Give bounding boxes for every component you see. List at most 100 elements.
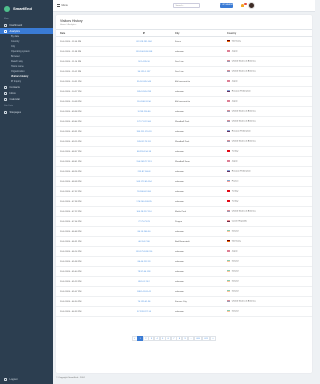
ip-link[interactable]: 195.211.170.19 (136, 131, 151, 133)
country-name: Czech Republic (231, 220, 248, 223)
cell-city: Des Line (172, 66, 227, 77)
ip-link[interactable]: 52.14.95.10 (138, 61, 150, 63)
ip-link[interactable]: 133.106.185.208 (136, 51, 152, 53)
column-header-ip[interactable]: IP (116, 29, 172, 37)
table-row[interactable]: 20-6-2024 - 07:04 PM 77.75.73.23 Prague Cze… (56, 216, 312, 227)
avatar[interactable] (248, 2, 255, 9)
table-row[interactable]: 20-6-2024 - 09:15 PM 185.92.73.111 Woodbel… (56, 136, 312, 147)
table-row[interactable]: 20-6-2024 - 05:58 PM 86.44.212.19 unknown I… (56, 256, 312, 267)
cell-ip: 188.141.81.41 (116, 286, 172, 297)
ip-link[interactable]: 185.9.165.233 (137, 91, 151, 93)
ip-link[interactable]: 79.97.60.128 (138, 271, 151, 273)
table-row[interactable]: 20-6-2024 - 07:52 PM 78.186.62.200 unknown… (56, 186, 312, 197)
cell-ip: 37.228.227.14 (116, 306, 172, 317)
ip-link[interactable]: 37.228.227.14 (137, 311, 151, 313)
table-row[interactable]: 20-6-2024 - 06:31 PM 46.114.7.80 Bad Brams… (56, 236, 312, 247)
flag-icon (227, 40, 231, 43)
ip-link[interactable]: 163.172.65.154 (136, 181, 151, 183)
column-header-date[interactable]: Date (56, 29, 116, 37)
menu-label: Menu (61, 4, 69, 7)
notification-badge: 5 (243, 2, 247, 5)
country-name: Ireland (231, 290, 239, 293)
country-name: United States of America (231, 60, 256, 63)
table-row[interactable]: 20-6-2024 - 08:57 PM 88.255.150.18 unknown… (56, 146, 312, 157)
cell-city: unknown (172, 86, 227, 97)
table-row[interactable]: 20-6-2024 - 09:44 PM 172.71.22.100 Woodbel… (56, 116, 312, 127)
cell-city: unknown (172, 196, 227, 207)
table-row[interactable]: 20-6-2024 - 05:07 PM 188.141.81.41 unknown… (56, 286, 312, 297)
flag-icon (227, 280, 231, 283)
country-name: Ireland (231, 270, 239, 273)
table-row[interactable]: 20-6-2024 - 07:22 PM 104.28.217.114 Merlin… (56, 206, 312, 217)
cell-country: Russian Federation (227, 166, 312, 177)
cell-date: 20-6-2024 - 10:27 PM (56, 86, 116, 97)
sidebar-item-sitepages[interactable]: Sitepages (0, 109, 53, 115)
page-link[interactable]: » (210, 336, 217, 341)
ip-link[interactable]: 77.75.73.23 (138, 221, 150, 223)
ip-link[interactable]: 88.255.150.18 (137, 151, 151, 153)
table-row[interactable]: 20-6-2024 - 06:14 PM 133.175.189.210 unkno… (56, 246, 312, 257)
ip-link[interactable]: 110.186.31.50 (137, 101, 151, 103)
country-name: Ireland (231, 260, 239, 263)
table-row[interactable]: 20-6-2024 - 07:38 PM 176.240.109.35 unknow… (56, 196, 312, 207)
cell-city: unknown (172, 276, 227, 287)
table-row[interactable]: 20-6-2024 - 11:02 PM 34.125.1.137 Des Line… (56, 66, 312, 77)
table-row[interactable]: 20-6-2024 - 11:56 PM 82.129.231.184 Frisco… (56, 36, 312, 47)
table-row[interactable]: 20-6-2024 - 05:23 PM 89.101.74.2 unknown Ir… (56, 276, 312, 287)
cell-ip: 89.101.74.2 (116, 276, 172, 287)
flag-icon (227, 250, 231, 253)
ip-link[interactable]: 74.125.41.96 (138, 301, 151, 303)
logout-button[interactable]: Logout (4, 378, 17, 381)
upgrade-button[interactable]: + UPGRADE (220, 3, 233, 8)
search-input[interactable]: Search... (173, 3, 200, 8)
ip-link[interactable]: 213.87.146.8 (138, 171, 151, 173)
ip-link[interactable]: 34.125.1.137 (138, 71, 151, 73)
cell-date: 20-6-2024 - 06:14 PM (56, 246, 116, 257)
table-row[interactable]: 20-6-2024 - 04:50 PM 74.125.41.96 Kansas C… (56, 296, 312, 307)
ip-link[interactable]: 84.15.206.50 (138, 231, 151, 233)
flag-icon (227, 140, 231, 143)
flag-icon (227, 240, 231, 243)
ip-link[interactable]: 172.71.22.100 (137, 121, 151, 123)
ip-link[interactable]: 78.186.62.200 (137, 191, 151, 193)
sidebar-item-calendar[interactable]: Calendar (0, 96, 53, 102)
ip-link[interactable]: 133.175.189.210 (136, 251, 152, 253)
table-row[interactable]: 20-6-2024 - 11:38 PM 133.106.185.208 unkno… (56, 46, 312, 57)
table-row[interactable]: 20-6-2024 - 08:41 PM 150.249.77.213 Woodbe… (56, 156, 312, 167)
table-row[interactable]: 20-6-2024 - 08:26 PM 213.87.146.8 unknown R… (56, 166, 312, 177)
ip-link[interactable]: 46.114.7.80 (138, 241, 149, 243)
table-row[interactable]: 20-6-2024 - 05:40 PM 79.97.60.128 unknown I… (56, 266, 312, 277)
table-row[interactable]: 20-6-2024 - 10:09 PM 110.186.31.50 Elk Inn… (56, 96, 312, 107)
cell-country: United States of America (227, 116, 312, 127)
cell-city: unknown (172, 226, 227, 237)
ip-link[interactable]: 82.129.231.184 (136, 41, 151, 43)
table-row[interactable]: 20-6-2024 - 10:51 PM 95.161.85.144 Elk Inn… (56, 76, 312, 87)
sidebar-item-label: Analytics (9, 29, 20, 33)
cell-city: unknown (172, 246, 227, 257)
column-header-city[interactable]: City (172, 29, 227, 37)
ip-link[interactable]: 188.141.81.41 (137, 291, 151, 293)
table-row[interactable]: 20-6-2024 - 10:27 PM 185.9.165.233 unknown… (56, 86, 312, 97)
table-row[interactable]: 20-6-2024 - 08:09 PM 163.172.65.154 unknow… (56, 176, 312, 187)
table-row[interactable]: 20-6-2024 - 06:48 PM 84.15.206.50 unknown I… (56, 226, 312, 237)
ip-link[interactable]: 185.92.73.111 (137, 141, 151, 143)
ip-link[interactable]: 150.249.77.213 (136, 161, 151, 163)
menu-toggle-button[interactable]: Menu (57, 4, 69, 8)
table-row[interactable]: 20-6-2024 - 09:58 PM 3.233.216.80 unknown U… (56, 106, 312, 117)
ip-link[interactable]: 176.240.109.35 (136, 201, 151, 203)
column-header-country[interactable]: Country (227, 29, 312, 37)
table-row[interactable]: 20-6-2024 - 11:14 PM 52.14.95.10 Des Line U… (56, 56, 312, 67)
cell-country: Germany (227, 236, 312, 247)
brand[interactable]: SmartEnd (0, 0, 53, 15)
ip-link[interactable]: 95.161.85.144 (137, 81, 151, 83)
ip-link[interactable]: 104.28.217.114 (136, 211, 151, 213)
cell-city: unknown (172, 46, 227, 57)
sidebar: SmartEnd Main Dashboard Analytics By date… (0, 0, 53, 384)
ip-link[interactable]: 86.44.212.19 (138, 261, 151, 263)
cell-ip: 95.161.85.144 (116, 76, 172, 87)
ip-link[interactable]: 89.101.74.2 (138, 281, 150, 283)
table-row[interactable]: 20-6-2024 - 04:33 PM 37.228.227.14 unknown… (56, 306, 312, 317)
table-row[interactable]: 20-6-2024 - 09:31 PM 195.211.170.19 unknow… (56, 126, 312, 137)
ip-link[interactable]: 3.233.216.80 (138, 111, 151, 113)
country-name: Japan (231, 160, 238, 163)
